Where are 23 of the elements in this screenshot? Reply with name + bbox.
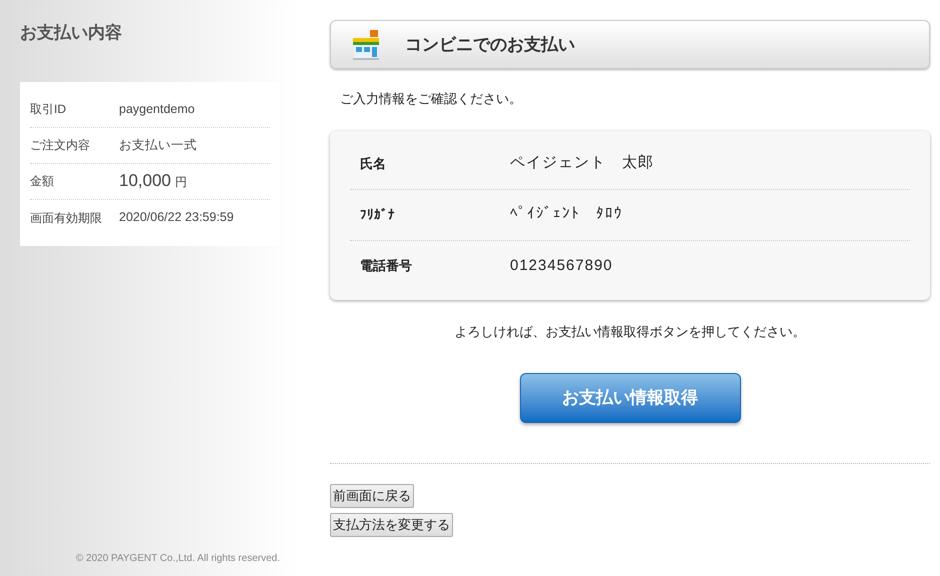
field-label: 氏名 — [359, 154, 387, 173]
currency-unit: 円 — [175, 174, 187, 192]
detail-label: 金額 — [30, 173, 55, 190]
secondary-button[interactable]: 前画面に戻る — [330, 484, 414, 508]
field-label: ﾌﾘｶﾞﾅ — [359, 206, 396, 224]
field-label: 電話番号 — [359, 257, 413, 276]
amount-value: 10,000 — [119, 170, 171, 192]
sidebar-title: お支払い内容 — [20, 22, 123, 44]
section-title: コンビニでのお支払い — [405, 34, 575, 56]
detail-label: 画面有効期限 — [30, 210, 103, 226]
field-value: ﾍﾟｲｼﾞｪﾝﾄ ﾀﾛｳ — [510, 204, 623, 224]
secondary-button[interactable]: 支払方法を変更する — [330, 513, 453, 537]
detail-value: お支払い一式 — [119, 136, 197, 154]
detail-label: 取引ID — [30, 101, 67, 118]
field-value: 01234567890 — [510, 256, 613, 276]
copyright-text: © 2020 PAYGENT Co.,Ltd. All rights reserved. — [74, 552, 280, 566]
confirm-text: よろしければ、お支払い情報取得ボタンを押してください。 — [454, 322, 806, 340]
intro-text: ご入力情報をご確認ください。 — [340, 90, 523, 108]
detail-value: paygentdemo — [119, 100, 195, 118]
field-value: ペイジェント 太郎 — [510, 153, 654, 174]
convenience-store-icon — [351, 30, 381, 60]
detail-value: 2020/06/22 23:59:59 — [119, 209, 234, 226]
detail-label: ご注文内容 — [30, 137, 91, 154]
